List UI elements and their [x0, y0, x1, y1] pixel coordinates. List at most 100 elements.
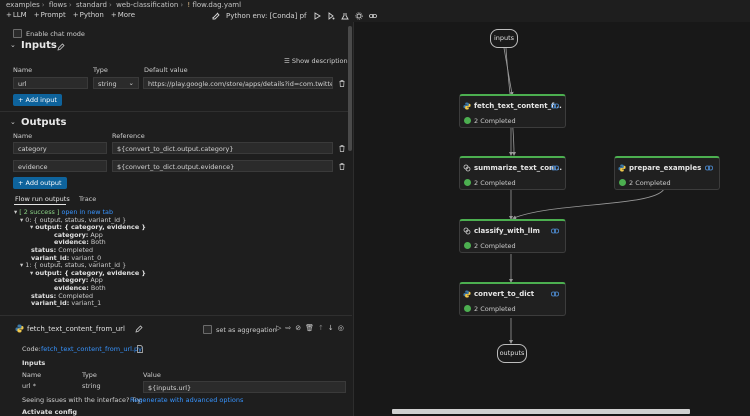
yaml-file-icon: ! — [187, 1, 191, 9]
link-icon[interactable] — [551, 103, 559, 109]
section-divider — [0, 111, 348, 112]
dag-node-classify[interactable]: classify_with_llm 2 Completed — [459, 219, 566, 253]
run-icon[interactable] — [313, 12, 321, 20]
add-llm-button[interactable]: +LLM — [6, 11, 27, 21]
chevron-down-icon[interactable]: ⌄ — [10, 41, 16, 49]
add-more-button[interactable]: +More — [111, 11, 135, 21]
regenerate-link[interactable]: Regenerate with advanced options — [130, 396, 243, 404]
file-icon — [137, 345, 143, 353]
tree-key: variant_id: — [31, 299, 70, 308]
settings-gear-icon[interactable] — [354, 12, 363, 20]
breadcrumb: examples › flows › standard › web-classific… — [6, 1, 242, 9]
list-icon: ☰ — [284, 57, 290, 65]
top-bar: examples › flows › standard › web-classific… — [0, 0, 750, 22]
plus-icon: + — [33, 11, 40, 19]
python-env-icon — [212, 12, 220, 20]
python-logo-icon — [463, 290, 471, 298]
node-input-value-field[interactable]: ${inputs.url} — [143, 381, 346, 393]
tab-flow-run-outputs[interactable]: Flow run outputs — [15, 195, 70, 203]
code-file-link[interactable]: fetch_text_content_from_url.py — [41, 345, 142, 353]
inputs-heading: Inputs — [21, 40, 57, 51]
edit-pencil-icon[interactable] — [57, 43, 65, 51]
dag-node-convert[interactable]: convert_to_dict 2 Completed — [459, 282, 566, 316]
breadcrumb-item[interactable]: flows — [49, 1, 67, 9]
run-output-tree: ▾ [ 2 success ] open in new tab ▾ 0: { o… — [14, 208, 146, 308]
dag-node-summarize[interactable]: summarize_text_con... 2 Completed — [459, 156, 566, 190]
add-prompt-button[interactable]: +Prompt — [34, 11, 66, 21]
plus-icon: + — [6, 11, 12, 19]
link-icon[interactable] — [551, 228, 559, 234]
input-name-field[interactable]: url — [13, 77, 88, 89]
canvas-horizontal-scrollbar[interactable] — [392, 409, 690, 414]
link-icon[interactable] — [705, 165, 713, 171]
show-description-toggle[interactable]: ☰ Show description — [284, 57, 348, 65]
tree-value: Both — [90, 283, 106, 292]
input-default-field[interactable]: https://play.google.com/store/apps/detai… — [143, 77, 333, 89]
run-node-icon[interactable]: ▷ — [276, 324, 281, 332]
edit-pencil-icon[interactable] — [135, 325, 143, 333]
check-circle-icon — [464, 117, 471, 124]
llm-icon — [463, 227, 471, 235]
section-divider — [0, 315, 352, 316]
delete-icon[interactable]: 🗑 — [305, 324, 314, 332]
python-logo-icon — [618, 164, 626, 172]
link-icon[interactable] — [551, 291, 559, 297]
breadcrumb-item[interactable]: standard — [76, 1, 107, 9]
tree-value: Both — [90, 238, 106, 247]
output-name-field[interactable]: category — [13, 142, 107, 154]
link-icon[interactable] — [368, 12, 377, 20]
chat-mode-checkbox[interactable] — [13, 29, 22, 38]
trash-icon[interactable] — [339, 163, 345, 170]
dag-outputs-node[interactable]: outputs — [497, 344, 527, 363]
node-status: 2 Completed — [464, 117, 516, 125]
outputs-col-name: Name — [13, 132, 33, 140]
disable-icon[interactable]: ⊘ — [295, 324, 301, 332]
dag-node-prepare[interactable]: prepare_examples 2 Completed — [614, 156, 720, 190]
node-status: 2 Completed — [464, 242, 516, 250]
aggregation-checkbox[interactable] — [203, 325, 212, 334]
dag-node-fetch[interactable]: fetch_text_content_f... 2 Completed — [459, 94, 566, 128]
node-status: 2 Completed — [464, 305, 516, 313]
tree-value: variant_1 — [71, 299, 102, 308]
debug-node-icon[interactable]: ⇨ — [285, 324, 291, 332]
python-logo-icon — [463, 102, 471, 110]
output-name-field[interactable]: evidence — [13, 160, 107, 172]
tab-trace[interactable]: Trace — [79, 195, 96, 203]
breadcrumb-item[interactable]: flow.dag.yaml — [192, 1, 241, 9]
output-reference-field[interactable]: ${convert_to_dict.output.category} — [112, 142, 333, 154]
input-type-select[interactable]: string ⌄ — [93, 77, 139, 89]
aggregation-label: set as aggregation — [216, 326, 277, 334]
chevron-down-icon: ⌄ — [128, 79, 134, 87]
dag-inputs-node[interactable]: inputs — [490, 29, 518, 48]
node-inputs-heading: Inputs — [22, 359, 46, 367]
check-circle-icon — [464, 305, 471, 312]
debug-icon[interactable] — [327, 12, 335, 20]
chevron-down-icon[interactable]: ⌄ — [10, 118, 16, 126]
left-panel-scrollbar[interactable] — [348, 26, 352, 151]
plus-icon: + — [110, 11, 117, 19]
trash-icon[interactable] — [339, 145, 345, 152]
target-icon[interactable]: ◎ — [338, 324, 344, 332]
breadcrumb-item[interactable]: web-classification — [116, 1, 178, 9]
chat-mode-label: Enable chat mode — [26, 30, 85, 38]
trash-icon[interactable] — [339, 80, 345, 87]
node-col-type: Type — [82, 371, 97, 379]
breadcrumb-item[interactable]: examples — [6, 1, 40, 9]
move-down-icon[interactable]: ↓ — [328, 324, 334, 332]
test-flask-icon[interactable] — [340, 12, 349, 20]
link-icon[interactable] — [551, 165, 559, 171]
output-reference-field[interactable]: ${convert_to_dict.output.evidence} — [112, 160, 333, 172]
active-tab-indicator — [14, 204, 66, 205]
add-input-button[interactable]: + Add input — [13, 94, 62, 106]
activate-config-heading[interactable]: Activate config — [22, 408, 77, 416]
check-circle-icon — [464, 179, 471, 186]
python-env-selector[interactable]: Python env: [Conda] pf — [226, 12, 307, 20]
add-node-toolbar: +LLM +Prompt +Python +More — [6, 11, 135, 21]
node-title: convert_to_dict — [474, 290, 535, 298]
move-up-icon[interactable]: ↑ — [318, 324, 324, 332]
node-status: 2 Completed — [619, 179, 671, 187]
node-input-type: string — [82, 382, 101, 390]
add-output-button[interactable]: + Add output — [13, 177, 67, 189]
flow-toolbar: Python env: [Conda] pf — [212, 11, 377, 21]
add-python-button[interactable]: +Python — [73, 11, 104, 21]
